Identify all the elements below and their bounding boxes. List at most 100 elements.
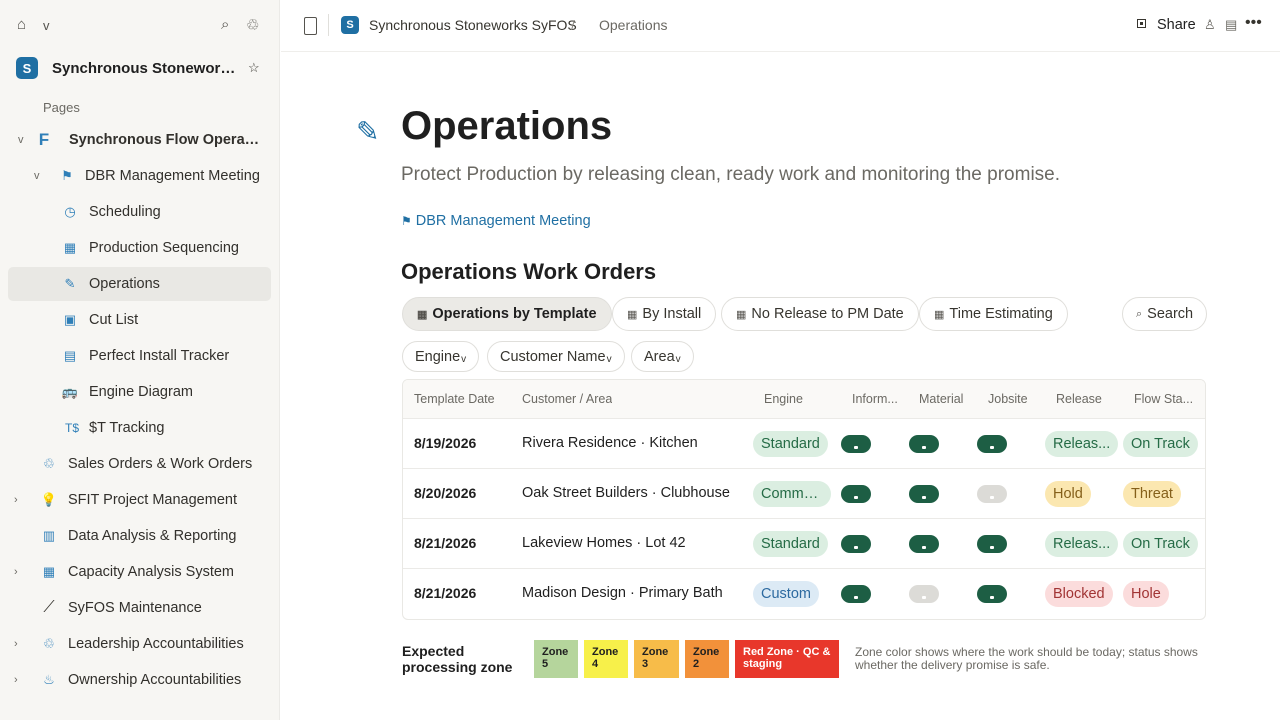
comments-icon[interactable]: ▤ [1225, 17, 1237, 33]
release-pill[interactable]: Hold [1045, 481, 1091, 507]
chevron-right-icon[interactable]: › [14, 638, 18, 650]
column-header[interactable]: Inform... [852, 392, 898, 406]
view-tab-3[interactable]: ▦ Time Estimating [919, 297, 1068, 331]
top-bar: S Synchronous Stoneworks SyFOS / Operati… [281, 0, 1280, 52]
sidebar-toggle-icon[interactable] [304, 17, 317, 35]
more-icon[interactable]: ••• [1245, 14, 1262, 32]
sidebar-item-9[interactable]: ♲ Sales Orders & Work Orders [8, 447, 271, 481]
column-header[interactable]: Customer / Area [522, 392, 612, 406]
engine-pill[interactable]: Standard [753, 431, 828, 457]
star-icon[interactable]: ☆ [248, 60, 260, 76]
jobsite-toggle[interactable] [977, 535, 1007, 553]
filter-2[interactable]: Area v [631, 341, 694, 372]
column-header[interactable]: Jobsite [988, 392, 1028, 406]
engine-pill[interactable]: Standard [753, 531, 828, 557]
material-toggle[interactable] [909, 585, 939, 603]
sidebar-item-6[interactable]: ▤ Perfect Install Tracker [8, 339, 271, 373]
sidebar-item-7[interactable]: 🚌 Engine Diagram [8, 375, 271, 409]
jobsite-toggle[interactable] [977, 585, 1007, 603]
view-tab-label: No Release to PM Date [751, 306, 904, 322]
share-button[interactable]: Share [1157, 17, 1196, 33]
table-row[interactable]: 8/21/2026 Madison Design · Primary Bath Cu… [403, 569, 1205, 619]
flow-status-label: Hole [1131, 586, 1161, 602]
engine-pill[interactable]: Custom [753, 581, 819, 607]
view-tab-0[interactable]: ▦ Operations by Template [402, 297, 612, 331]
user-icon[interactable]: ♙ [1204, 17, 1216, 33]
sidebar-item-15[interactable]: › ♨ Ownership Accountabilities [8, 663, 271, 697]
sidebar-item-3[interactable]: ▦ Production Sequencing [8, 231, 271, 265]
page-title[interactable]: Operations [401, 104, 612, 149]
dbr-meeting-link[interactable]: ⚑ DBR Management Meeting [401, 213, 591, 229]
sidebar-item-12[interactable]: › ▦ Capacity Analysis System [8, 555, 271, 589]
material-toggle[interactable] [909, 435, 939, 453]
inbox-icon[interactable]: ♲ [246, 16, 259, 34]
sidebar-item-1[interactable]: v ⚑ DBR Management Meeting [8, 159, 271, 193]
flow-status-pill[interactable]: Threat [1123, 481, 1181, 507]
workspace-switcher[interactable]: S Synchronous Stoneworks... ☆ [16, 56, 264, 80]
chevron-down-icon[interactable]: v [34, 170, 40, 182]
sidebar-top-bar: ⌂ v ⌕ ♲ [0, 14, 280, 38]
inform-toggle[interactable] [841, 535, 871, 553]
inform-toggle[interactable] [841, 435, 871, 453]
jobsite-toggle[interactable] [977, 435, 1007, 453]
search-button[interactable]: ⌕ Search [1122, 297, 1208, 331]
release-pill[interactable]: Blocked [1045, 581, 1113, 607]
search-icon[interactable]: ⌕ [221, 16, 229, 33]
pencil-icon[interactable]: ✎ [356, 115, 379, 148]
workspace-logo: S [16, 57, 38, 79]
engine-pill[interactable]: Commer... [753, 481, 831, 507]
breadcrumb-workspace-logo: S [341, 16, 359, 34]
column-header[interactable]: Engine [764, 392, 803, 406]
column-header[interactable]: Release [1056, 392, 1102, 406]
breadcrumb-separator: / [571, 17, 575, 33]
sidebar-item-14[interactable]: › ♲ Leadership Accountabilities [8, 627, 271, 661]
release-pill[interactable]: Releas... [1045, 531, 1119, 557]
customer-area: Rivera Residence · Kitchen [522, 435, 698, 451]
sidebar-item-4[interactable]: ✎ Operations [8, 267, 271, 301]
wrench-icon: ⟋ [43, 599, 55, 616]
view-tab-2[interactable]: ▦ No Release to PM Date [721, 297, 919, 331]
sidebar-item-13[interactable]: ⟋ SyFOS Maintenance [8, 591, 271, 625]
chevron-down-icon[interactable]: v [18, 134, 24, 146]
jobsite-toggle[interactable] [977, 485, 1007, 503]
material-toggle[interactable] [909, 485, 939, 503]
view-tab-1[interactable]: ▦ By Install [612, 297, 717, 331]
sidebar-item-11[interactable]: ▥ Data Analysis & Reporting [8, 519, 271, 553]
inform-toggle[interactable] [841, 485, 871, 503]
recycle-icon: ♲ [43, 456, 55, 471]
home-icon[interactable]: ⌂ [17, 16, 26, 33]
sidebar-item-label: Production Sequencing [89, 240, 239, 256]
filter-label: Engine [415, 348, 461, 365]
sidebar-item-2[interactable]: ◷ Scheduling [8, 195, 271, 229]
column-header[interactable]: Template Date [414, 392, 495, 406]
flow-status-pill[interactable]: Hole [1123, 581, 1169, 607]
table-row[interactable]: 8/21/2026 Lakeview Homes · Lot 42 Standard… [403, 519, 1205, 569]
flow-status-pill[interactable]: On Track [1123, 531, 1198, 557]
page-subtitle[interactable]: Protect Production by releasing clean, r… [401, 164, 1060, 186]
flow-status-pill[interactable]: On Track [1123, 431, 1198, 457]
release-pill[interactable]: Releas... [1045, 431, 1119, 457]
column-header[interactable]: Material [919, 392, 963, 406]
sidebar-item-0[interactable]: v F Synchronous Flow Operati... [8, 123, 271, 157]
material-toggle[interactable] [909, 535, 939, 553]
table-row[interactable]: 8/20/2026 Oak Street Builders · Clubhouse… [403, 469, 1205, 519]
table-icon: ▦ [627, 308, 638, 321]
column-header[interactable]: Flow Sta... [1134, 392, 1193, 406]
sidebar-item-5[interactable]: ▣ Cut List [8, 303, 271, 337]
filter-1[interactable]: Customer Name v [487, 341, 625, 372]
table-header: Template Date Customer / Area Engine Inform… [403, 380, 1205, 419]
table-icon: ▦ [934, 308, 945, 321]
filter-0[interactable]: Engine v [402, 341, 480, 372]
inform-toggle[interactable] [841, 585, 871, 603]
section-title[interactable]: Operations Work Orders [401, 259, 656, 285]
sidebar-item-10[interactable]: › 💡 SFIT Project Management [8, 483, 271, 517]
sidebar-item-label: Cut List [89, 312, 139, 328]
breadcrumb-page[interactable]: Operations [599, 17, 667, 33]
sidebar-item-8[interactable]: T$ $T Tracking [8, 411, 271, 445]
chevron-down-icon[interactable]: v [43, 18, 50, 33]
chevron-right-icon[interactable]: › [14, 566, 18, 578]
chevron-right-icon[interactable]: › [14, 674, 18, 686]
chevron-right-icon[interactable]: › [14, 494, 18, 506]
table-row[interactable]: 8/19/2026 Rivera Residence · Kitchen Stand… [403, 419, 1205, 469]
breadcrumb-workspace[interactable]: Synchronous Stoneworks SyFOS [369, 17, 577, 33]
